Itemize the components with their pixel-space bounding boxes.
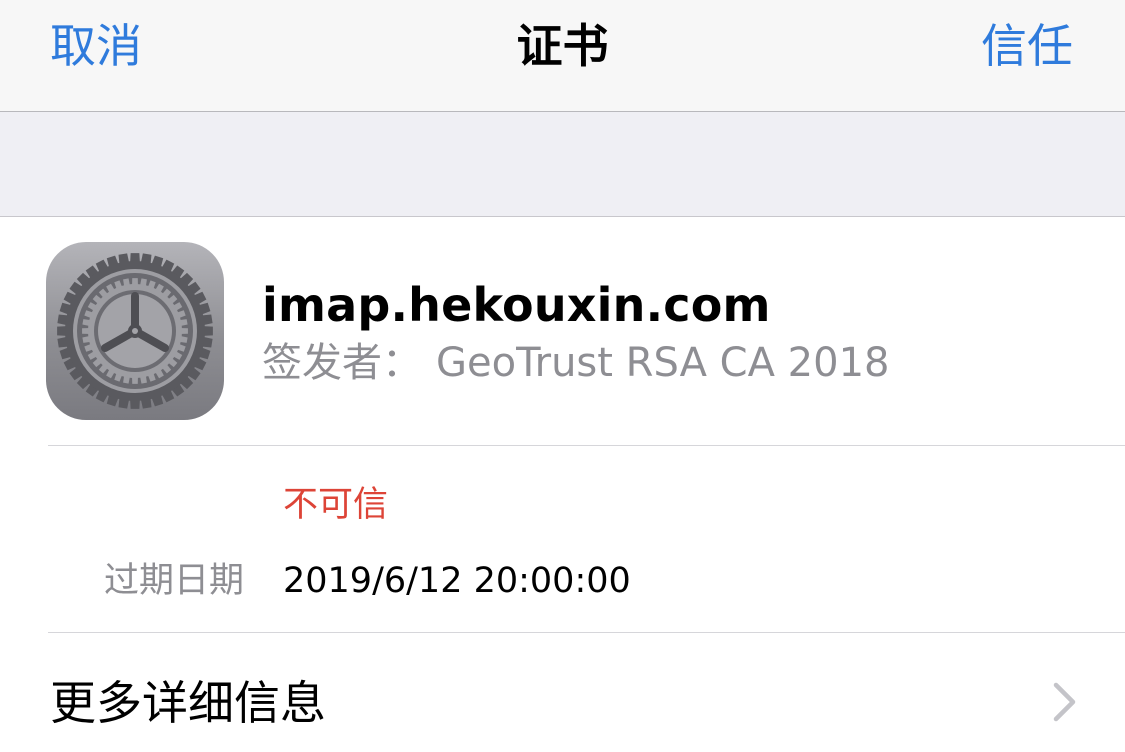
trust-status: 不可信 xyxy=(283,485,389,525)
more-details-label: 更多详细信息 xyxy=(50,676,326,730)
issuer-line: 签发者： GeoTrust RSA CA 2018 xyxy=(262,337,889,389)
trust-button[interactable]: 信任 xyxy=(981,16,1073,76)
certificate-name: imap.hekouxin.com xyxy=(262,278,771,332)
issuer-value: GeoTrust RSA CA 2018 xyxy=(436,340,890,386)
expiry-value: 2019/6/12 20:00:00 xyxy=(283,561,631,601)
more-details-row[interactable]: 更多详细信息 xyxy=(0,633,1125,752)
page-title: 证书 xyxy=(516,19,609,73)
navigation-bar: 证书 取消 信任 xyxy=(0,0,1125,112)
divider xyxy=(48,445,1125,446)
expiry-label: 过期日期 xyxy=(104,561,245,601)
cancel-button[interactable]: 取消 xyxy=(50,16,142,76)
settings-gear-icon xyxy=(46,242,224,420)
section-spacer xyxy=(0,112,1125,217)
issuer-label: 签发者： xyxy=(262,340,422,386)
chevron-right-icon xyxy=(1052,681,1078,727)
